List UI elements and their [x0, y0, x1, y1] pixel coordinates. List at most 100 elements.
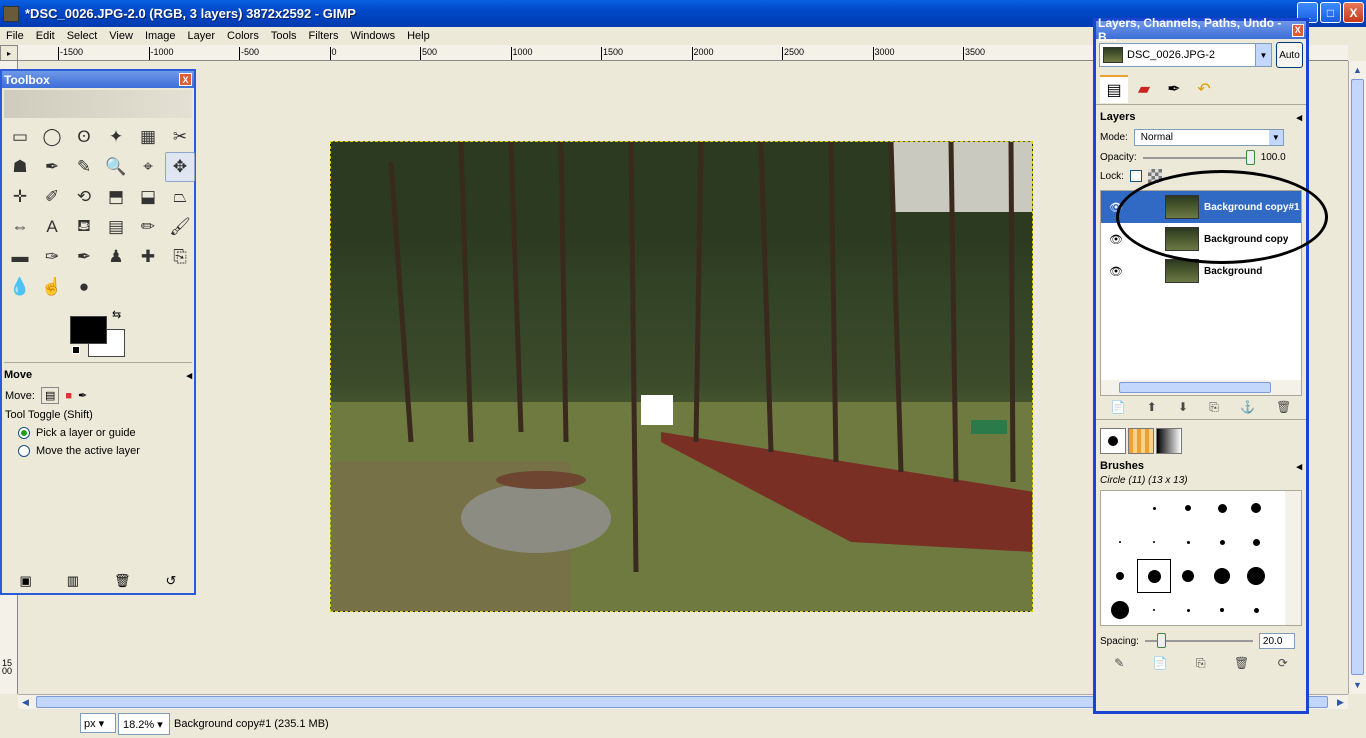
rect-select-icon[interactable]: ▭ — [5, 122, 35, 152]
restore-options-icon[interactable]: ▥ — [67, 573, 79, 589]
layer-row[interactable]: 👁 Background copy — [1101, 223, 1301, 255]
save-options-icon[interactable]: ▣ — [19, 573, 31, 589]
rotate-icon[interactable]: ⟲ — [69, 182, 99, 212]
foreground-select-icon[interactable]: ☗ — [5, 152, 35, 182]
move-path-mode-icon[interactable]: ✒ — [78, 389, 87, 402]
raise-layer-icon[interactable]: ⬆ — [1147, 400, 1157, 415]
scroll-up-icon[interactable]: ▲ — [1350, 63, 1365, 77]
lasso-icon[interactable]: ʘ — [69, 122, 99, 152]
tab-undo[interactable]: ↶ — [1190, 75, 1218, 103]
eraser-icon[interactable]: ▬ — [5, 242, 35, 272]
eye-icon[interactable]: 👁 — [1109, 201, 1129, 214]
paths-icon[interactable]: ✒ — [37, 152, 67, 182]
menu-filters[interactable]: Filters — [303, 30, 345, 42]
scroll-left-icon[interactable]: ◀ — [18, 695, 33, 709]
smudge-icon[interactable]: ☝ — [37, 272, 67, 302]
scissors-icon[interactable]: ✂ — [165, 122, 195, 152]
eye-icon[interactable]: 👁 — [1109, 233, 1129, 246]
duplicate-layer-icon[interactable]: ⎘ — [1209, 400, 1219, 415]
brush-cell[interactable] — [1205, 525, 1239, 559]
text-icon[interactable]: A — [37, 212, 67, 242]
edit-brush-icon[interactable]: ✎ — [1114, 656, 1124, 671]
move-active-layer-radio[interactable] — [18, 445, 30, 457]
brush-cell[interactable] — [1239, 525, 1273, 559]
layer-row[interactable]: 👁 Background copy#1 — [1101, 191, 1301, 223]
layers-menu-icon[interactable]: ◂ — [1296, 111, 1302, 124]
brush-cell[interactable] — [1137, 559, 1171, 593]
opacity-value[interactable]: 100.0 — [1261, 152, 1286, 163]
shear-icon[interactable]: ⬓ — [133, 182, 163, 212]
dodge-burn-icon[interactable]: ● — [69, 272, 99, 302]
brush-cell[interactable] — [1205, 491, 1239, 525]
menu-layer[interactable]: Layer — [182, 30, 222, 42]
chevron-down-icon[interactable]: ▼ — [1255, 44, 1271, 66]
vertical-scroll-thumb[interactable] — [1351, 79, 1364, 675]
layer-row[interactable]: 👁 Background — [1101, 255, 1301, 287]
refresh-brushes-icon[interactable]: ⟳ — [1278, 656, 1288, 671]
opacity-slider-knob[interactable] — [1245, 149, 1255, 165]
fuzzy-select-icon[interactable]: ✦ — [101, 122, 131, 152]
move-icon[interactable]: ✥ — [165, 152, 195, 182]
mode-select[interactable]: Normal ▼ — [1133, 129, 1284, 146]
brush-cell[interactable] — [1239, 559, 1273, 593]
brush-cell[interactable] — [1239, 491, 1273, 525]
zoom-icon[interactable]: 🔍 — [101, 152, 131, 182]
spacing-input[interactable]: 20.0 — [1258, 633, 1295, 649]
align-icon[interactable]: ✛ — [5, 182, 35, 212]
airbrush-icon[interactable]: ✑ — [37, 242, 67, 272]
menu-tools[interactable]: Tools — [265, 30, 303, 42]
scale-icon[interactable]: ⬒ — [101, 182, 131, 212]
reset-options-icon[interactable]: ↺ — [166, 573, 177, 589]
tool-options-menu-icon[interactable]: ◂ — [186, 369, 192, 382]
layer-list-scroll-thumb[interactable] — [1119, 382, 1271, 393]
brush-cell[interactable] — [1205, 559, 1239, 593]
brushes-menu-icon[interactable]: ◂ — [1296, 460, 1302, 473]
pick-layer-radio[interactable] — [18, 427, 30, 439]
color-picker-icon[interactable]: ✎ — [69, 152, 99, 182]
brush-cell[interactable] — [1171, 559, 1205, 593]
new-layer-icon[interactable]: 📄 — [1111, 400, 1126, 415]
scroll-right-icon[interactable]: ▶ — [1333, 695, 1348, 709]
pencil-icon[interactable]: ✏ — [133, 212, 163, 242]
bucket-fill-icon[interactable]: ⛾ — [69, 212, 99, 242]
vertical-scrollbar[interactable]: ▲ ▼ — [1348, 61, 1366, 694]
tab-patterns[interactable] — [1128, 428, 1154, 454]
unit-select[interactable]: px ▾ — [80, 713, 116, 733]
layer-list-scrollbar[interactable] — [1101, 380, 1301, 395]
menu-colors[interactable]: Colors — [221, 30, 265, 42]
brush-cell[interactable] — [1239, 593, 1273, 627]
brush-cell[interactable] — [1137, 525, 1171, 559]
perspective-clone-icon[interactable]: ⎘ — [165, 242, 195, 272]
clone-icon[interactable]: ♟ — [101, 242, 131, 272]
brush-cell[interactable] — [1103, 593, 1137, 627]
zoom-select[interactable]: 18.2% ▾ — [118, 713, 170, 735]
color-select-icon[interactable]: ▦ — [133, 122, 163, 152]
foreground-color-swatch[interactable] — [70, 316, 107, 344]
brush-cell[interactable] — [1137, 593, 1171, 627]
menu-edit[interactable]: Edit — [30, 30, 61, 42]
flip-icon[interactable]: ⇔ — [5, 212, 35, 242]
spacing-slider-knob[interactable] — [1156, 633, 1166, 648]
ink-icon[interactable]: ✒ — [69, 242, 99, 272]
delete-options-icon[interactable]: 🗑 — [114, 573, 131, 589]
swap-colors-icon[interactable]: ⇆ — [112, 308, 121, 321]
dock-close-button[interactable]: X — [1291, 23, 1304, 37]
blend-icon[interactable]: ▤ — [101, 212, 131, 242]
brush-cell[interactable] — [1103, 491, 1137, 525]
image-selector[interactable]: DSC_0026.JPG-2 ▼ — [1099, 43, 1272, 67]
brush-cell[interactable] — [1103, 525, 1137, 559]
close-button[interactable]: X — [1343, 2, 1364, 23]
new-brush-icon[interactable]: 📄 — [1153, 656, 1168, 671]
brush-cell[interactable] — [1205, 593, 1239, 627]
menu-file[interactable]: File — [0, 30, 30, 42]
crop-icon[interactable]: ✐ — [37, 182, 67, 212]
eye-icon[interactable]: 👁 — [1109, 265, 1129, 278]
menu-select[interactable]: Select — [61, 30, 104, 42]
image-canvas[interactable] — [330, 141, 1033, 612]
perspective-icon[interactable]: ⏢ — [165, 182, 195, 212]
reset-colors-icon[interactable] — [72, 346, 80, 354]
maximize-button[interactable]: □ — [1320, 2, 1341, 23]
brush-cell[interactable] — [1137, 491, 1171, 525]
move-layer-mode-icon[interactable]: ▤ — [40, 387, 60, 404]
opacity-slider[interactable] — [1142, 149, 1255, 165]
